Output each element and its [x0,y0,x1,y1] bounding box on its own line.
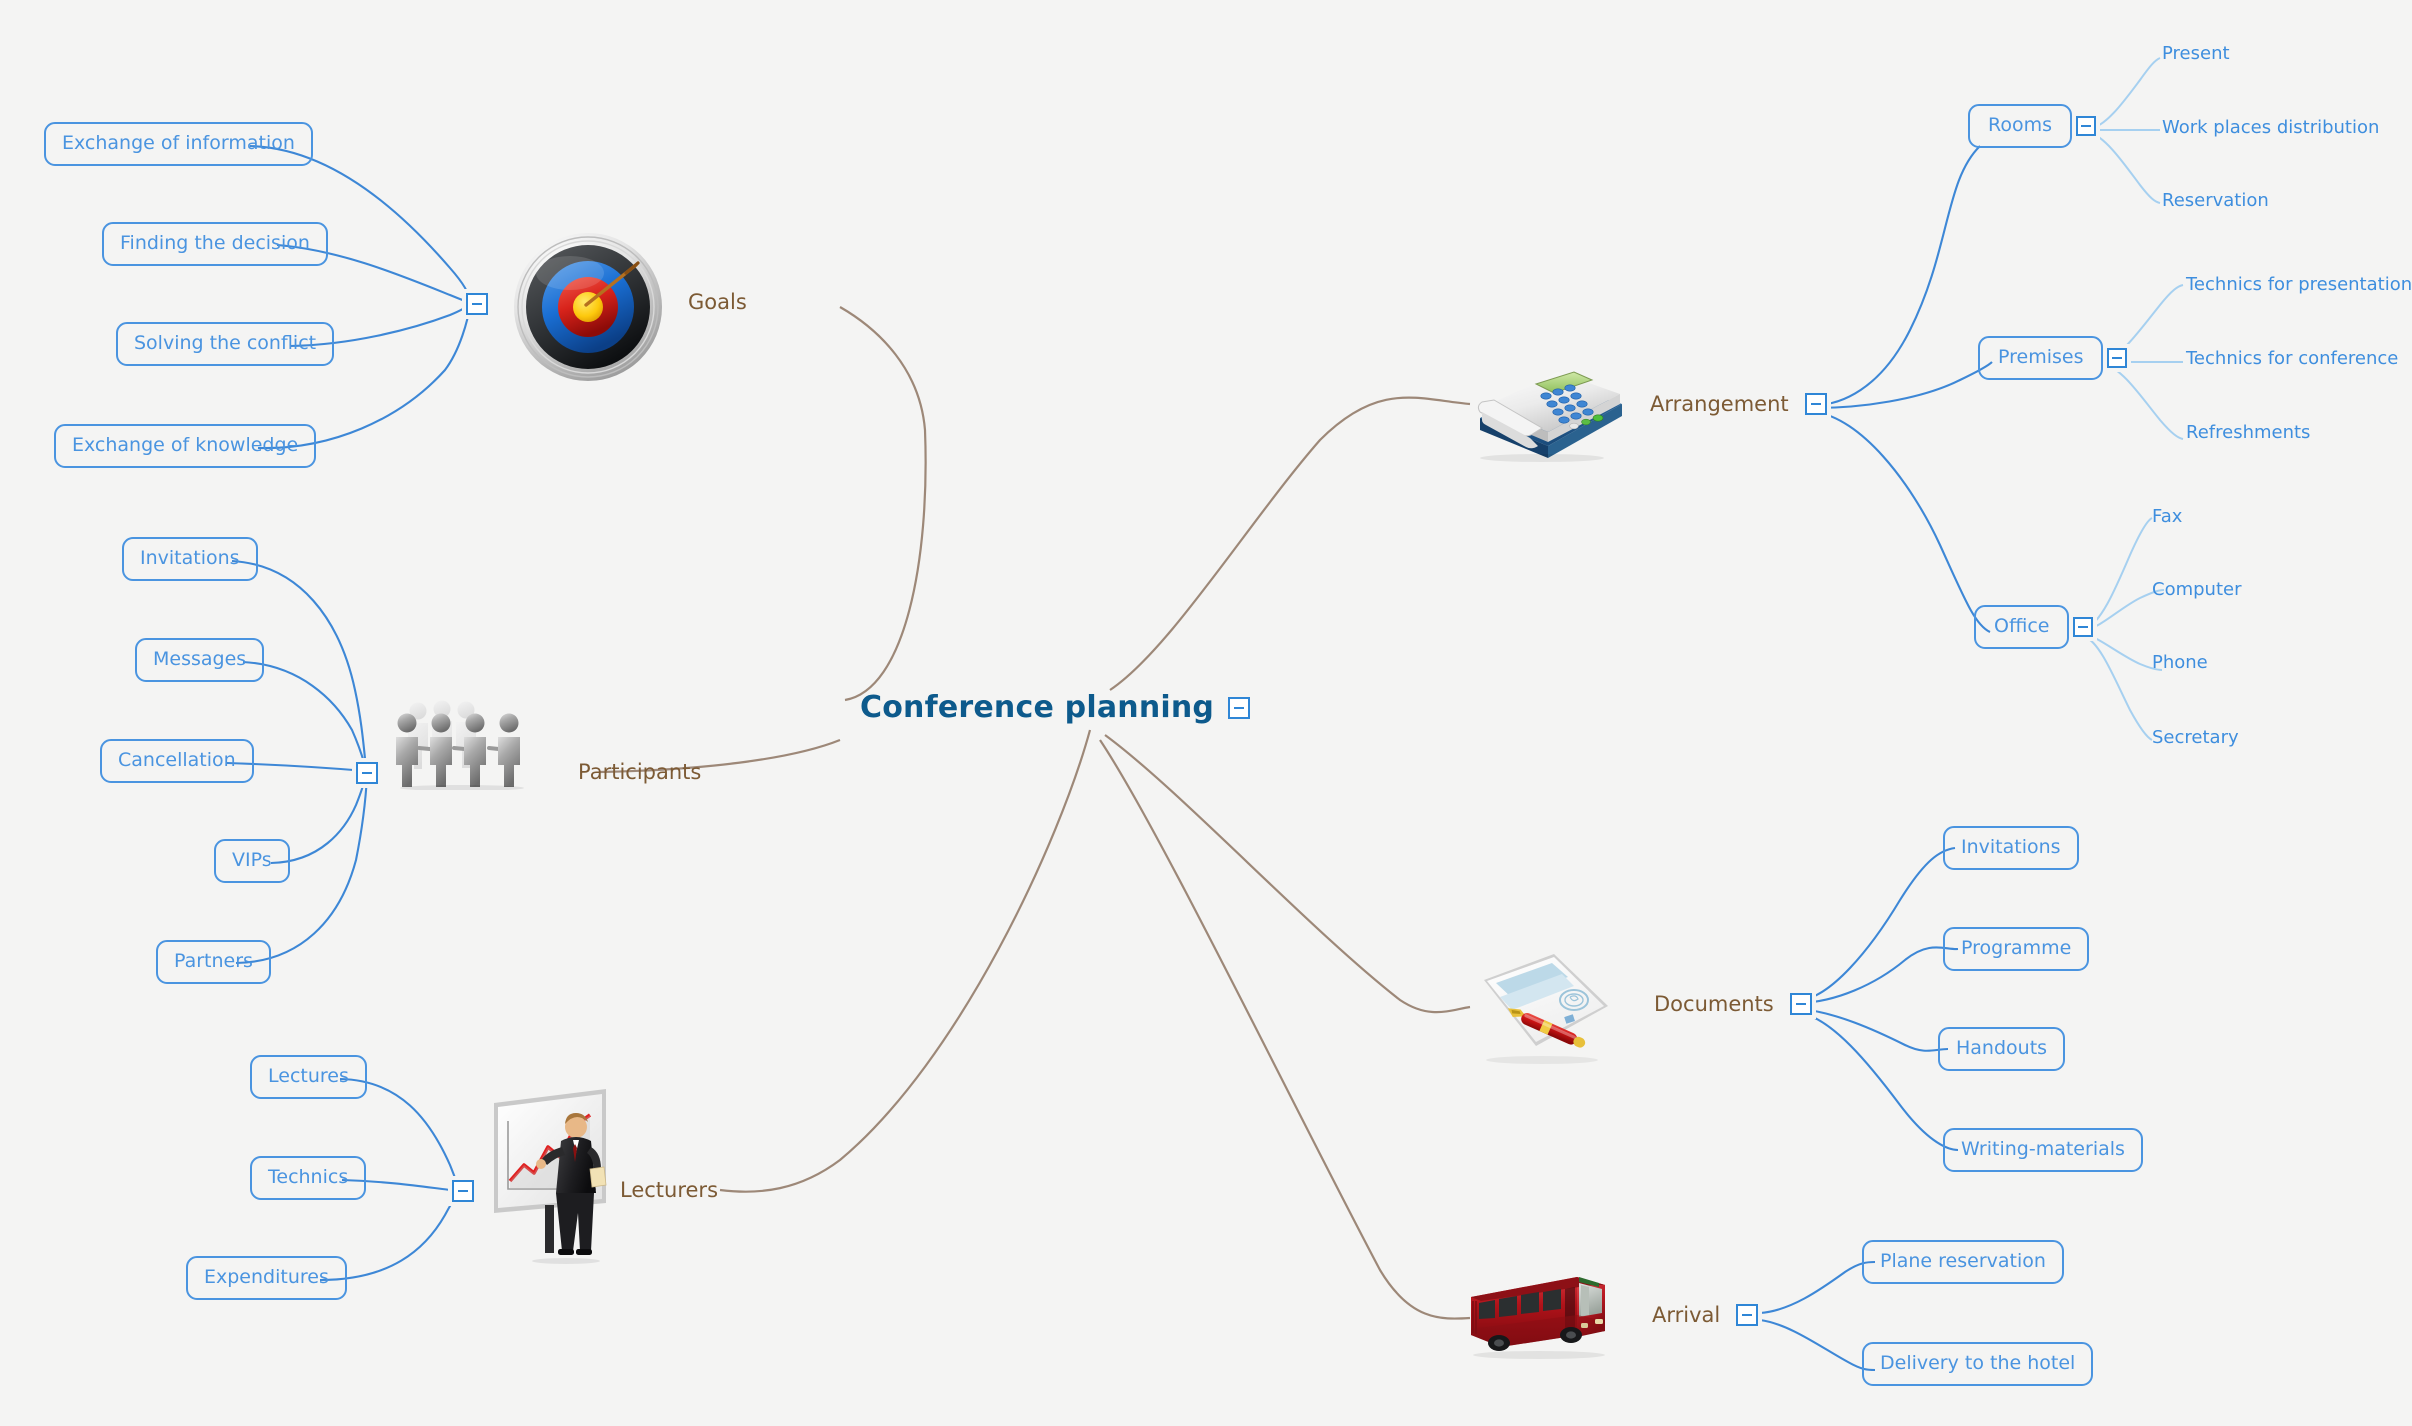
central-topic-label: Conference planning [860,690,1215,725]
branch-goals-toggle[interactable] [466,293,488,315]
branch-lecturers-toggle[interactable] [452,1180,474,1202]
node-partners[interactable]: Partners [156,940,271,984]
node-lectures[interactable]: Lectures [250,1055,367,1099]
branch-arrival-label: Arrival [1652,1303,1721,1327]
people-group-icon [392,700,542,791]
branch-arrival[interactable]: Arrival [1652,1303,1759,1327]
node-writing-materials[interactable]: Writing-materials [1943,1128,2143,1172]
central-topic[interactable]: Conference planning [860,690,1251,725]
node-cancellation[interactable]: Cancellation [100,739,254,783]
node-technics[interactable]: Technics [250,1156,367,1200]
branch-arrangement-toggle[interactable] [1804,393,1827,415]
node-programme[interactable]: Programme [1943,927,2090,971]
node-messages[interactable]: Messages [135,638,265,682]
leaf-refreshments[interactable]: Refreshments [2186,423,2310,443]
branch-goals[interactable]: Goals [466,290,747,315]
node-invitations-participants[interactable]: Invitations [122,537,258,581]
branch-documents-label: Documents [1654,992,1774,1016]
leaf-present[interactable]: Present [2162,44,2230,64]
branch-lecturers[interactable]: Lecturers [452,1178,719,1202]
node-finding-the-decision[interactable]: Finding the decision [102,222,328,266]
target-dartboard-icon [508,225,668,385]
branch-arrangement-label: Arrangement [1650,392,1789,416]
node-plane-reservation[interactable]: Plane reservation [1862,1240,2064,1284]
presenter-whiteboard-icon [488,1085,628,1265]
leaf-technics-for-presentation[interactable]: Technics for presentation [2186,275,2412,295]
node-solving-the-conflict[interactable]: Solving the conflict [116,322,335,366]
node-handouts[interactable]: Handouts [1938,1027,2066,1071]
leaf-work-places-distribution[interactable]: Work places distribution [2162,118,2379,138]
branch-participants-label: Participants [578,760,702,784]
branch-documents-toggle[interactable] [1789,993,1812,1015]
desk-telephone-icon [1470,340,1630,470]
node-exchange-of-information[interactable]: Exchange of information [44,122,313,166]
branch-arrangement[interactable]: Arrangement [1650,392,1827,416]
node-premises-toggle[interactable] [2107,347,2128,368]
central-collapse-toggle[interactable] [1228,696,1251,719]
node-office-toggle[interactable] [2073,616,2094,637]
leaf-technics-for-conference[interactable]: Technics for conference [2186,349,2398,369]
leaf-reservation[interactable]: Reservation [2162,191,2269,211]
red-bus-icon [1465,1255,1630,1365]
leaf-secretary[interactable]: Secretary [2152,728,2239,748]
branch-participants-toggle[interactable] [356,762,378,784]
node-office-group[interactable]: Office [1974,605,2094,649]
branch-goals-label: Goals [688,290,747,314]
leaf-phone[interactable]: Phone [2152,653,2208,673]
node-rooms-group[interactable]: Rooms [1968,104,2097,148]
node-delivery-to-the-hotel[interactable]: Delivery to the hotel [1862,1342,2094,1386]
node-rooms[interactable]: Rooms [1968,104,2073,148]
node-exchange-of-knowledge[interactable]: Exchange of knowledge [54,424,317,468]
node-expenditures[interactable]: Expenditures [186,1256,347,1300]
node-invitations-documents[interactable]: Invitations [1943,826,2079,870]
leaf-fax[interactable]: Fax [2152,507,2182,527]
leaf-computer[interactable]: Computer [2152,580,2241,600]
node-premises[interactable]: Premises [1978,336,2104,380]
branch-documents[interactable]: Documents [1654,992,1812,1016]
node-office[interactable]: Office [1974,605,2070,649]
node-rooms-toggle[interactable] [2076,115,2097,136]
branch-lecturers-label: Lecturers [620,1178,719,1202]
certificate-pen-icon [1462,950,1622,1070]
branch-arrival-toggle[interactable] [1736,1304,1759,1326]
mindmap-canvas: Conference planning Goals Participants L… [0,0,2412,1426]
branch-participants[interactable]: Participants [356,760,702,784]
node-premises-group[interactable]: Premises [1978,336,2128,380]
node-vips[interactable]: VIPs [214,839,290,883]
